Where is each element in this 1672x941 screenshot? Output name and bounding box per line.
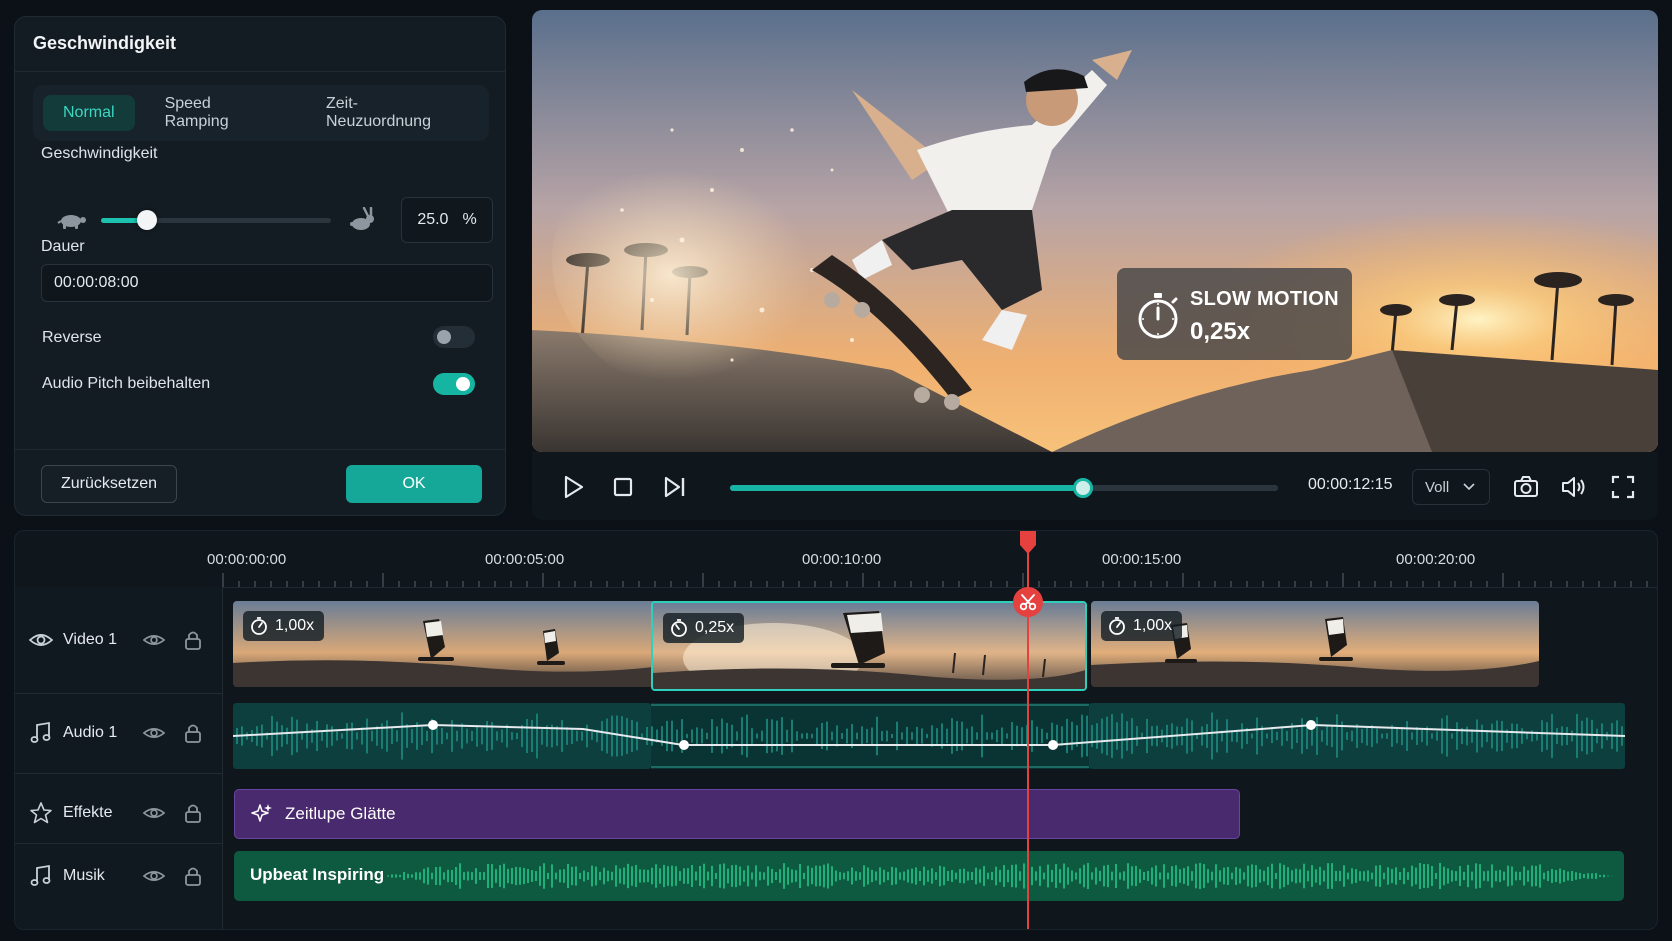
divider: [15, 587, 1657, 588]
time-ruler[interactable]: [15, 531, 1658, 589]
playhead-handle[interactable]: [1018, 531, 1038, 555]
visibility-toggle-icon[interactable]: [143, 722, 165, 744]
audio-clip[interactable]: [233, 703, 1625, 769]
clip-speed-tag: 1,00x: [243, 611, 325, 641]
toggle-knob: [456, 377, 470, 391]
track-name: Video 1: [63, 631, 117, 648]
reset-button[interactable]: Zurücksetzen: [41, 465, 177, 503]
visibility-toggle-icon[interactable]: [143, 802, 165, 824]
playback-scrubber[interactable]: [730, 478, 1278, 498]
playback-handle[interactable]: [1073, 478, 1094, 498]
music-clip[interactable]: Upbeat Inspiring: [234, 851, 1624, 901]
speed-slider[interactable]: [101, 210, 331, 230]
speed-gauge-icon: [671, 619, 687, 637]
track-header-video-1: Video 1: [15, 587, 223, 693]
music-clip-label: Upbeat Inspiring: [250, 865, 385, 884]
quality-value: Voll: [1425, 478, 1450, 496]
clip-speed: 1,00x: [275, 617, 315, 634]
divider: [15, 71, 505, 72]
music-note-icon: [30, 864, 51, 886]
scissors-icon: [1019, 594, 1037, 611]
track-name: Audio 1: [63, 724, 118, 741]
tab-normal[interactable]: Normal: [43, 95, 135, 131]
divider: [15, 449, 505, 450]
audio-pitch-label: Audio Pitch beibehalten: [42, 375, 211, 392]
video-editor: Geschwindigkeit Normal Speed Ramping Zei…: [0, 0, 1672, 941]
badge-title: SLOW MOTION: [1190, 288, 1339, 310]
turtle-icon: [57, 215, 86, 229]
tab-speed-ramping[interactable]: Speed Ramping: [145, 95, 296, 131]
clip-speed-tag: 1,00x: [1101, 611, 1183, 641]
reverse-toggle[interactable]: [433, 326, 475, 348]
effect-clip[interactable]: Zeitlupe Glätte: [234, 789, 1240, 839]
clip-speed: 0,25x: [695, 619, 735, 636]
speed-gauge-icon: [251, 617, 267, 635]
track-name: Musik: [63, 867, 105, 884]
star-icon: [30, 802, 52, 824]
toggle-knob: [437, 330, 451, 344]
speed-value: 25.0: [417, 211, 449, 228]
clip-speed: 1,00x: [1133, 617, 1173, 634]
speed-slider-handle[interactable]: [137, 210, 157, 230]
lock-icon[interactable]: [183, 802, 203, 824]
audio-pitch-toggle[interactable]: [433, 373, 475, 395]
eye-icon: [29, 634, 53, 646]
timeline: 00:00:00:00 00:00:05:00 00:00:10:00 00:0…: [14, 530, 1658, 930]
play-icon[interactable]: [560, 474, 586, 500]
stop-icon[interactable]: [610, 474, 636, 500]
quality-select[interactable]: Voll: [1412, 469, 1490, 505]
speed-value-field[interactable]: 25.0 %: [401, 197, 493, 243]
panel-title: Geschwindigkeit: [33, 33, 177, 53]
clip-speed-tag: 0,25x: [663, 613, 745, 643]
speed-gauge-icon: [1109, 617, 1125, 635]
video-clip[interactable]: 1,00x: [233, 601, 681, 687]
track-name: Effekte: [63, 804, 113, 821]
lock-icon[interactable]: [183, 865, 203, 887]
video-preview[interactable]: SLOW MOTION 0,25x: [532, 10, 1658, 452]
volume-icon[interactable]: [1560, 474, 1588, 500]
speed-label: Geschwindigkeit: [41, 145, 158, 162]
reverse-label: Reverse: [42, 329, 102, 346]
speed-tabs: Normal Speed Ramping Zeit-Neuzuordnung: [33, 85, 489, 141]
track-header-audio-1: Audio 1: [15, 693, 223, 773]
duration-label: Dauer: [41, 238, 85, 255]
video-clip[interactable]: 1,00x: [1091, 601, 1539, 687]
sparkle-icon: [251, 804, 272, 822]
slow-motion-badge: SLOW MOTION 0,25x: [1117, 268, 1352, 360]
stopwatch-icon: [1138, 293, 1178, 339]
visibility-toggle-icon[interactable]: [143, 629, 165, 651]
player-controls: 00:00:12:15 Voll: [532, 452, 1658, 520]
speed-panel: Geschwindigkeit Normal Speed Ramping Zei…: [14, 16, 506, 516]
lock-icon[interactable]: [183, 629, 203, 651]
badge-speed: 0,25x: [1190, 318, 1251, 345]
music-waveform: [387, 863, 1613, 889]
visibility-toggle-icon[interactable]: [143, 865, 165, 887]
speed-unit: %: [462, 211, 477, 228]
chevron-down-icon: [1463, 483, 1475, 491]
tab-zeit-neuzuordnung[interactable]: Zeit-Neuzuordnung: [306, 95, 479, 131]
playback-progress: [730, 485, 1084, 491]
lock-icon[interactable]: [183, 722, 203, 744]
split-button[interactable]: [1013, 587, 1043, 617]
current-time: 00:00:12:15: [1308, 476, 1393, 493]
track-header-musik: Musik: [15, 841, 223, 911]
preview-frame-image: [532, 10, 1658, 452]
effect-clip-label: Zeitlupe Glätte: [285, 804, 396, 823]
speed-control: 25.0 %: [41, 195, 493, 245]
duration-field[interactable]: 00:00:08:00: [41, 264, 493, 302]
next-frame-icon[interactable]: [662, 474, 688, 500]
music-note-icon: [30, 721, 51, 743]
camera-icon[interactable]: [1512, 474, 1540, 500]
rabbit-icon: [350, 207, 374, 230]
fullscreen-icon[interactable]: [1610, 474, 1636, 500]
ok-button[interactable]: OK: [346, 465, 482, 503]
